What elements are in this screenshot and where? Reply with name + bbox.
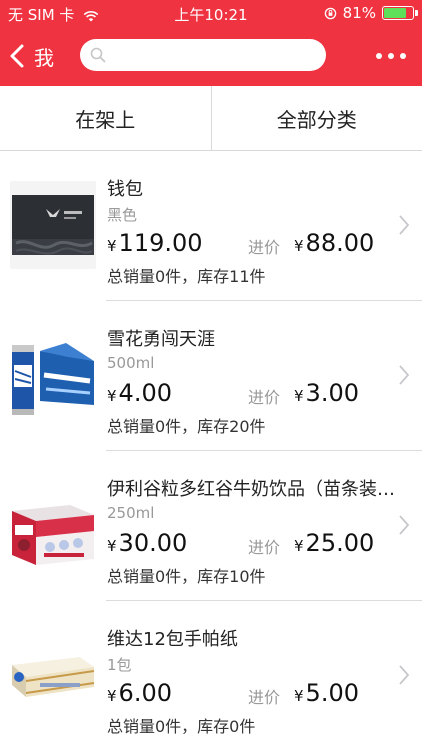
product-spec: 500ml — [107, 354, 155, 372]
product-row[interactable]: 雪花勇闯天涯 500ml ¥4.00 进价 ¥3.00 总销量0件，库存20件 — [0, 301, 422, 451]
nav-bar: 我 — [0, 28, 422, 86]
rotation-lock-icon — [324, 7, 336, 19]
price-value: 6.00 — [118, 679, 172, 707]
search-input[interactable] — [112, 43, 316, 69]
more-menu-button[interactable] — [370, 38, 412, 74]
product-spec: 黑色 — [107, 206, 138, 224]
product-name: 钱包 — [107, 179, 143, 200]
product-image-milk-drink — [10, 481, 96, 569]
cost-label: 进价 — [248, 538, 281, 557]
product-price: ¥30.00 — [107, 529, 187, 557]
battery-percent: 81% — [342, 4, 376, 22]
currency-symbol: ¥ — [294, 537, 304, 555]
search-box[interactable] — [80, 39, 326, 71]
price-value: 119.00 — [118, 229, 203, 257]
currency-symbol: ¥ — [107, 387, 117, 405]
product-row[interactable]: 伊利谷粒多红谷牛奶饮品（苗条装… 250ml ¥30.00 进价 ¥25.00 … — [0, 451, 422, 601]
search-icon — [90, 47, 106, 63]
back-button[interactable]: 我 — [8, 36, 54, 76]
price-value: 4.00 — [118, 379, 172, 407]
status-bar: 无 SIM 卡 上午10:21 81% — [0, 0, 422, 28]
chevron-right-icon — [399, 515, 410, 535]
product-spec: 250ml — [107, 504, 155, 522]
product-image-wallet — [10, 181, 96, 269]
product-price: ¥119.00 — [107, 229, 203, 257]
cost-label: 进价 — [248, 388, 281, 407]
chevron-left-icon — [10, 44, 24, 68]
currency-symbol: ¥ — [294, 387, 304, 405]
product-row[interactable]: 钱包 黑色 ¥119.00 进价 ¥88.00 总销量0件，库存11件 — [0, 151, 422, 301]
cost-value: 3.00 — [305, 379, 359, 407]
product-cost: ¥5.00 — [294, 679, 359, 707]
cost-label: 进价 — [248, 688, 281, 707]
product-stats: 总销量0件，库存0件 — [107, 717, 256, 736]
product-name: 雪花勇闯天涯 — [107, 329, 215, 350]
more-dot-icon — [400, 53, 406, 59]
product-row[interactable]: 维达12包手帕纸 1包 ¥6.00 进价 ¥5.00 总销量0件，库存0件 — [0, 601, 422, 750]
currency-symbol: ¥ — [294, 237, 304, 255]
product-image-tissue — [10, 631, 96, 719]
product-name: 维达12包手帕纸 — [107, 629, 238, 650]
chevron-right-icon — [399, 215, 410, 235]
chevron-right-icon — [399, 365, 410, 385]
chevron-right-icon — [399, 665, 410, 685]
battery-fill — [384, 8, 407, 18]
filter-tabs: 在架上 全部分类 — [0, 86, 422, 151]
cost-label: 进价 — [248, 238, 281, 257]
product-cost: ¥3.00 — [294, 379, 359, 407]
tab-on-shelf[interactable]: 在架上 — [0, 86, 211, 150]
product-image-beer — [10, 331, 96, 419]
more-dot-icon — [376, 53, 382, 59]
back-label: 我 — [34, 45, 54, 70]
product-spec: 1包 — [107, 656, 132, 674]
cost-value: 5.00 — [305, 679, 359, 707]
product-price: ¥6.00 — [107, 679, 172, 707]
product-price: ¥4.00 — [107, 379, 172, 407]
cost-value: 25.00 — [305, 529, 375, 557]
product-name: 伊利谷粒多红谷牛奶饮品（苗条装… — [107, 479, 395, 500]
price-value: 30.00 — [118, 529, 188, 557]
currency-symbol: ¥ — [294, 687, 304, 705]
battery-icon — [382, 6, 418, 20]
product-list: 钱包 黑色 ¥119.00 进价 ¥88.00 总销量0件，库存11件 雪花勇闯… — [0, 151, 422, 750]
status-right: 81% — [324, 4, 418, 22]
cost-value: 88.00 — [305, 229, 375, 257]
product-stats: 总销量0件，库存20件 — [107, 417, 266, 436]
product-cost: ¥88.00 — [294, 229, 374, 257]
product-stats: 总销量0件，库存11件 — [107, 267, 266, 286]
currency-symbol: ¥ — [107, 237, 117, 255]
product-cost: ¥25.00 — [294, 529, 374, 557]
currency-symbol: ¥ — [107, 537, 117, 555]
more-dot-icon — [388, 53, 394, 59]
currency-symbol: ¥ — [107, 687, 117, 705]
tab-all-categories[interactable]: 全部分类 — [210, 86, 422, 150]
product-stats: 总销量0件，库存10件 — [107, 567, 266, 586]
